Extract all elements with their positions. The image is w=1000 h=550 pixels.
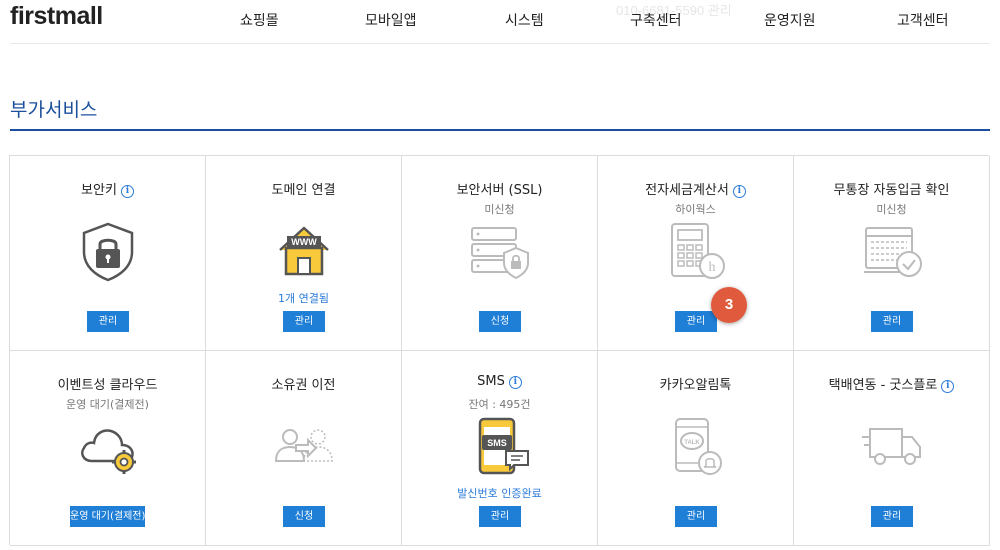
card-title: 무통장 자동입금 확인 <box>833 183 950 198</box>
card-title-text: 택배연동 - 굿스플로 <box>828 378 938 393</box>
service-card-delivery: 택배연동 - 굿스플로 i 관리 <box>794 351 990 546</box>
top-bar: firstmall 010-6681-5590 관리 쇼핑몰 모바일앱 시스템 … <box>0 0 1000 42</box>
service-card-e-tax-invoice: 전자세금계산서 i 하이웍스 h 관리 <box>598 156 794 351</box>
service-card-auto-deposit: 무통장 자동입금 확인 미신청 관리 <box>794 156 990 351</box>
title-underline <box>10 129 990 131</box>
card-title: 소유권 이전 <box>271 378 336 393</box>
card-title: SMS i <box>402 374 597 389</box>
info-icon[interactable]: i <box>508 376 522 389</box>
service-card-security-key: 보안키 i 관리 <box>10 156 206 351</box>
server-shield-icon <box>471 227 529 280</box>
info-icon[interactable]: i <box>120 185 134 198</box>
apply-button[interactable]: 신청 <box>283 506 325 527</box>
pending-payment-button[interactable]: 운영 대기(결제전) <box>70 506 145 527</box>
manage-button[interactable]: 관리 <box>675 506 717 527</box>
card-title: 보안키 i <box>10 179 205 198</box>
nav-shoppingmall[interactable]: 쇼핑몰 <box>240 10 279 30</box>
calculator-icon: h <box>671 223 725 279</box>
svg-text:WWW: WWW <box>291 237 317 247</box>
ownership-transfer-icon <box>274 429 333 462</box>
bankbook-check-icon <box>864 227 922 277</box>
nav-mobile-app[interactable]: 모바일앱 <box>365 10 417 30</box>
manage-button[interactable]: 관리 <box>87 311 129 332</box>
nav-system[interactable]: 시스템 <box>505 10 544 30</box>
service-card-sms: SMS i 잔여 : 495건 SMS 발신번호 인증완료 관리 <box>402 351 598 546</box>
service-card-event-cloud: 이벤트성 클라우드 운영 대기(결제전) 운영 대기(결제전) <box>10 351 206 546</box>
card-status: 미신청 <box>876 203 907 216</box>
card-status: 운영 대기(결제전) <box>66 398 149 411</box>
nav-build-center[interactable]: 구축센터 <box>630 10 682 30</box>
nav-customer-center[interactable]: 고객센터 <box>897 10 949 30</box>
apply-button[interactable]: 신청 <box>479 311 521 332</box>
sender-verified-link[interactable]: 발신번호 인증완료 <box>402 485 597 501</box>
card-title: 도메인 연결 <box>271 183 336 198</box>
service-card-ownership-transfer: 소유권 이전 신청 <box>206 351 402 546</box>
service-grid: 보안키 i 관리 도메인 연결 WWW 1개 연결됨 관리 보안서버 (SSL) … <box>9 155 990 546</box>
card-status: 미신청 <box>484 203 515 216</box>
card-title: 이벤트성 클라우드 <box>57 378 158 393</box>
card-title: 보안서버 (SSL) <box>456 183 543 198</box>
card-title-text: SMS <box>477 374 505 389</box>
manage-button[interactable]: 관리 <box>283 311 325 332</box>
card-title-text: 전자세금계산서 <box>645 183 729 198</box>
card-title: 카카오알림톡 <box>659 378 732 393</box>
manage-button[interactable]: 관리 <box>675 311 717 332</box>
page-title: 부가서비스 <box>10 99 98 121</box>
service-card-ssl: 보안서버 (SSL) 미신청 신청 <box>402 156 598 351</box>
manage-button[interactable]: 관리 <box>871 506 913 527</box>
cloud-gear-icon <box>81 429 136 474</box>
sms-phone-icon: SMS <box>478 417 529 475</box>
header-divider <box>10 43 990 44</box>
card-title-text: 보안키 <box>81 183 117 198</box>
svg-text:h: h <box>709 260 716 275</box>
manage-button[interactable]: 관리 <box>479 506 521 527</box>
service-card-kakao-alimtalk: 카카오알림톡 TALK 관리 <box>598 351 794 546</box>
info-icon[interactable]: i <box>732 185 746 198</box>
kakao-talk-icon: TALK <box>675 418 722 475</box>
shield-lock-icon <box>82 222 134 282</box>
domain-connected-link[interactable]: 1개 연결됨 <box>206 290 401 306</box>
card-provider: 하이웍스 <box>675 203 716 216</box>
sms-remaining: 잔여 : 495건 <box>468 398 531 411</box>
www-house-icon: WWW <box>279 226 329 276</box>
logo[interactable]: firstmall <box>10 2 103 31</box>
svg-text:TALK: TALK <box>684 440 700 446</box>
service-card-domain: 도메인 연결 WWW 1개 연결됨 관리 <box>206 156 402 351</box>
info-icon[interactable]: i <box>941 380 955 393</box>
card-title: 전자세금계산서 i <box>598 179 793 198</box>
step-badge: 3 <box>711 287 747 323</box>
card-title: 택배연동 - 굿스플로 i <box>794 374 989 393</box>
nav-operation-support[interactable]: 운영지원 <box>764 10 816 30</box>
svg-text:SMS: SMS <box>487 438 507 448</box>
manage-button[interactable]: 관리 <box>871 311 913 332</box>
delivery-truck-icon <box>862 428 921 465</box>
